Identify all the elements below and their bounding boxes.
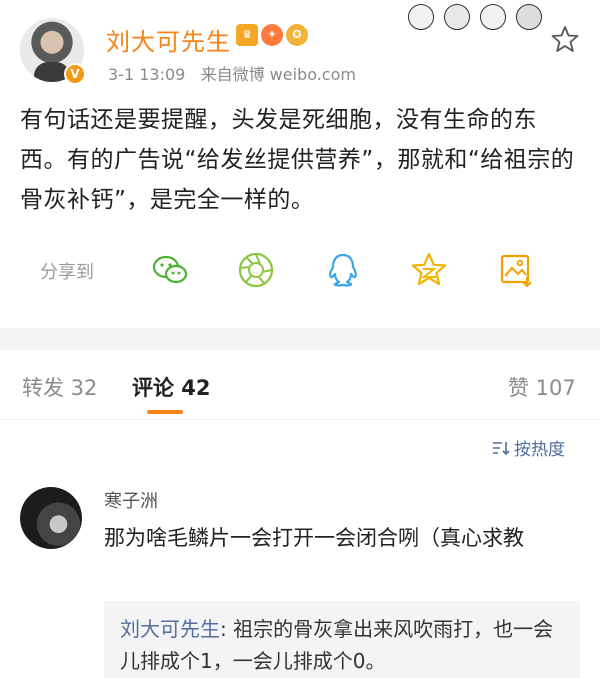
fire-icon[interactable]: ✦ [261, 24, 283, 46]
post-header: V 刘大可先生 ♛ ✦ ✪ 3-1 13:09 来自微博 weibo.com [0, 0, 600, 92]
post-source: 来自微博 weibo.com [200, 65, 356, 84]
post-meta: 3-1 13:09 来自微博 weibo.com [108, 61, 356, 85]
post-timestamp: 3-1 13:09 [108, 65, 186, 84]
tab-likes[interactable]: 赞 107 [508, 372, 576, 402]
share-bar: 分享到 [40, 250, 580, 290]
commenter-avatar[interactable] [20, 487, 82, 549]
active-tab-indicator [147, 410, 183, 414]
user-name[interactable]: 刘大可先生 [106, 22, 231, 57]
medal-icon[interactable]: ✪ [286, 24, 308, 46]
crown-member-icon[interactable]: ♛ [236, 24, 258, 46]
moments-icon[interactable] [236, 250, 276, 290]
reply-preview[interactable]: 刘大可先生: 祖宗的骨灰拿出来风吹雨打，也一会儿排成个1，一会儿排成个0。 [104, 601, 580, 678]
sort-icon [493, 442, 510, 455]
post-body: 有句话还是要提醒，头发是死细胞，没有生命的东西。有的广告说“给发丝提供营养”，那… [20, 107, 575, 213]
wechat-icon[interactable] [150, 250, 190, 290]
sort-label: 按热度 [514, 440, 565, 460]
sort-by-hot-button[interactable]: 按热度 [492, 435, 565, 460]
section-divider [0, 328, 600, 350]
save-image-icon[interactable] [496, 250, 536, 290]
interaction-tabs: 转发 32 评论 42 赞 107 [0, 350, 600, 420]
commenter-name[interactable]: 寒子洲 [104, 487, 158, 513]
favorite-star-icon[interactable] [551, 25, 579, 53]
reply-author[interactable]: 刘大可先生 [120, 617, 220, 641]
qzone-icon[interactable] [409, 250, 449, 290]
verified-badge: V [64, 63, 86, 85]
comment-text: 那为啥毛鳞片一会打开一会闭合咧（真心求教 [104, 526, 524, 550]
tab-repost[interactable]: 转发 32 [22, 372, 97, 402]
decorative-sticker-icon [404, 0, 564, 38]
user-badges: ♛ ✦ ✪ [236, 24, 308, 46]
qq-icon[interactable] [323, 250, 363, 290]
tab-comments[interactable]: 评论 42 [132, 372, 211, 402]
share-label: 分享到 [40, 262, 94, 283]
